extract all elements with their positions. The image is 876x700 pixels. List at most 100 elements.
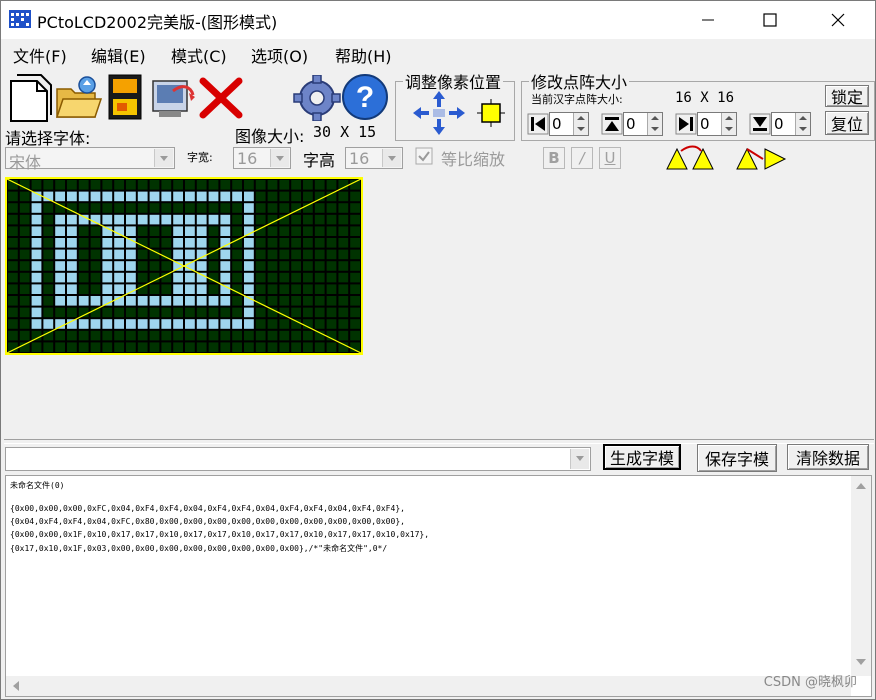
pixel-cell[interactable] bbox=[314, 214, 325, 225]
pixel-cell[interactable] bbox=[326, 319, 337, 329]
pixel-cell[interactable] bbox=[232, 214, 242, 225]
pixel-cell[interactable] bbox=[279, 296, 290, 306]
menu-mode[interactable]: 模式(C) bbox=[171, 43, 227, 67]
pixel-cell[interactable] bbox=[126, 296, 136, 306]
pixel-cell[interactable] bbox=[90, 330, 101, 341]
pixel-cell[interactable] bbox=[126, 330, 136, 341]
pixel-cell[interactable] bbox=[291, 342, 301, 352]
pixel-cell[interactable] bbox=[232, 307, 242, 318]
pixel-cell[interactable] bbox=[149, 342, 160, 352]
pixel-cell[interactable] bbox=[208, 191, 219, 202]
pixel-cell[interactable] bbox=[232, 296, 242, 306]
pixel-cell[interactable] bbox=[338, 284, 349, 294]
pixel-cell[interactable] bbox=[279, 238, 290, 248]
pixel-cell[interactable] bbox=[338, 226, 349, 236]
pixel-cell[interactable] bbox=[173, 342, 183, 352]
pixel-cell[interactable] bbox=[67, 249, 77, 260]
pixel-cell[interactable] bbox=[102, 330, 113, 341]
pixel-cell[interactable] bbox=[291, 238, 301, 248]
pixel-cell[interactable] bbox=[208, 180, 219, 190]
pixel-cell[interactable] bbox=[208, 261, 219, 271]
pixel-cell[interactable] bbox=[314, 226, 325, 236]
pixel-cell[interactable] bbox=[67, 307, 77, 318]
pixel-cell[interactable] bbox=[31, 203, 42, 213]
pixel-cell[interactable] bbox=[67, 214, 77, 225]
width-combo[interactable]: 16 bbox=[233, 147, 291, 169]
pixel-cell[interactable] bbox=[244, 307, 254, 318]
pixel-cell[interactable] bbox=[279, 191, 290, 202]
pixel-cell[interactable] bbox=[149, 307, 160, 318]
move-arrows-icon[interactable] bbox=[411, 89, 467, 137]
pixel-cell[interactable] bbox=[338, 261, 349, 271]
pixel-cell[interactable] bbox=[291, 191, 301, 202]
minimize-button[interactable] bbox=[685, 1, 731, 39]
pixel-cell[interactable] bbox=[161, 307, 172, 318]
pixel-cell[interactable] bbox=[220, 191, 231, 202]
pixel-cell[interactable] bbox=[31, 226, 42, 236]
pixel-cell[interactable] bbox=[114, 214, 124, 225]
pixel-cell[interactable] bbox=[326, 214, 337, 225]
pixel-cell[interactable] bbox=[173, 319, 183, 329]
pixel-cell[interactable] bbox=[102, 214, 113, 225]
pixel-cell[interactable] bbox=[196, 319, 207, 329]
pixel-cell[interactable] bbox=[78, 238, 89, 248]
pixel-cell[interactable] bbox=[338, 191, 349, 202]
rotate-icon[interactable] bbox=[663, 145, 719, 171]
pixel-cell[interactable] bbox=[267, 249, 278, 260]
pixel-cell[interactable] bbox=[137, 249, 148, 260]
pixel-cell[interactable] bbox=[161, 238, 172, 248]
pixel-cell[interactable] bbox=[78, 203, 89, 213]
pixel-cell[interactable] bbox=[90, 319, 101, 329]
pixel-cell[interactable] bbox=[114, 203, 124, 213]
pixel-cell[interactable] bbox=[67, 296, 77, 306]
pixel-cell[interactable] bbox=[338, 307, 349, 318]
pixel-cell[interactable] bbox=[173, 307, 183, 318]
pixel-cell[interactable] bbox=[314, 319, 325, 329]
pixel-cell[interactable] bbox=[161, 191, 172, 202]
pixel-cell[interactable] bbox=[149, 203, 160, 213]
pixel-cell[interactable] bbox=[173, 272, 183, 283]
center-icon[interactable] bbox=[477, 99, 505, 127]
pixel-cell[interactable] bbox=[149, 284, 160, 294]
pixel-cell[interactable] bbox=[67, 261, 77, 271]
pixel-cell[interactable] bbox=[196, 226, 207, 236]
pixel-cell[interactable] bbox=[185, 180, 195, 190]
pixel-cell[interactable] bbox=[196, 214, 207, 225]
pixel-cell[interactable] bbox=[55, 238, 65, 248]
pixel-cell[interactable] bbox=[326, 296, 337, 306]
pixel-cell[interactable] bbox=[102, 180, 113, 190]
pixel-cell[interactable] bbox=[90, 284, 101, 294]
scroll-left-icon[interactable] bbox=[6, 676, 26, 696]
pixel-cell[interactable] bbox=[291, 296, 301, 306]
pixel-cell[interactable] bbox=[267, 226, 278, 236]
pixel-cell[interactable] bbox=[78, 284, 89, 294]
pixel-cell[interactable] bbox=[220, 226, 231, 236]
pixel-cell[interactable] bbox=[114, 342, 124, 352]
pixel-cell[interactable] bbox=[126, 261, 136, 271]
pixel-cell[interactable] bbox=[43, 203, 54, 213]
right-spin-down[interactable] bbox=[721, 124, 736, 135]
pixel-cell[interactable] bbox=[161, 296, 172, 306]
pixel-cell[interactable] bbox=[114, 307, 124, 318]
pixel-cell[interactable] bbox=[102, 342, 113, 352]
pixel-cell[interactable] bbox=[149, 261, 160, 271]
pixel-cell[interactable] bbox=[78, 226, 89, 236]
pixel-cell[interactable] bbox=[267, 180, 278, 190]
pixel-cell[interactable] bbox=[291, 284, 301, 294]
pixel-cell[interactable] bbox=[338, 330, 349, 341]
pixel-cell[interactable] bbox=[314, 284, 325, 294]
pixel-cell[interactable] bbox=[55, 261, 65, 271]
pixel-cell[interactable] bbox=[137, 272, 148, 283]
pixel-cell[interactable] bbox=[255, 319, 266, 329]
pixel-cell[interactable] bbox=[220, 272, 231, 283]
vertical-scrollbar[interactable] bbox=[851, 476, 871, 676]
height-combo[interactable]: 16 bbox=[345, 147, 403, 169]
pixel-cell[interactable] bbox=[78, 330, 89, 341]
pixel-cell[interactable] bbox=[19, 226, 30, 236]
bottom-spin[interactable]: 0 bbox=[771, 112, 811, 136]
pixel-cell[interactable] bbox=[149, 226, 160, 236]
pixel-cell[interactable] bbox=[255, 284, 266, 294]
pixel-cell[interactable] bbox=[55, 296, 65, 306]
pixel-grid[interactable] bbox=[7, 179, 361, 353]
pixel-cell[interactable] bbox=[303, 191, 313, 202]
